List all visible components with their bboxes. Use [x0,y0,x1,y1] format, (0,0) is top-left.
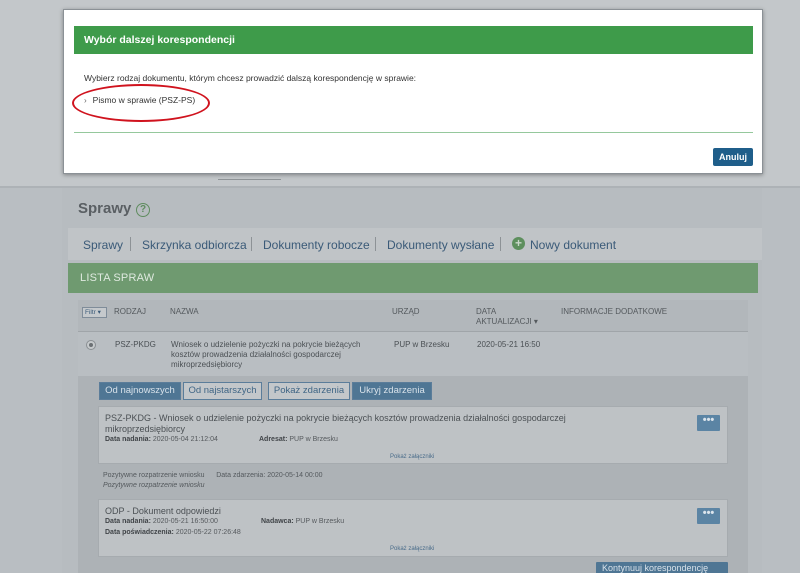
sort-down-icon: ▾ [533,317,538,326]
cancel-button[interactable]: Anuluj [713,148,753,166]
option-pismo-w-sprawie[interactable]: › Pismo w sprawie (PSZ-PS) [84,95,195,105]
col-data-label: AKTUALIZACJI [476,317,532,326]
nav-separator [251,237,252,251]
col-data-line2[interactable]: AKTUALIZACJI ▾ [476,317,538,327]
card-party: Adresat: PUP w Brzesku [259,436,338,443]
sort-newest-button[interactable]: Od najnowszych [99,382,181,400]
card-title: PSZ-PKDG - Wniosek o udzielenie pożyczki… [105,413,566,434]
col-urzad[interactable]: URZĄD [392,307,420,317]
nav-separator [500,237,501,251]
col-informacje[interactable]: INFORMACJE DODATKOWE [561,307,667,317]
dialog-separator [74,132,753,133]
chevron-right-icon: › [84,96,87,105]
card-date: Data nadania: 2020-05-21 16:50:00 [105,518,218,525]
dialog-header: Wybór dalszej korespondencji [74,26,753,54]
nav-dokumenty-robocze[interactable]: Dokumenty robocze [263,238,370,252]
dialog-instruction: Wybierz rodzaj dokumentu, którym chcesz … [84,73,417,83]
cell-rodzaj: PSZ-PKDG [115,340,156,349]
filter-dropdown[interactable]: Filtr ▾ [82,307,107,318]
option-label: Pismo w sprawie (PSZ-PS) [92,95,196,105]
nav-dokumenty-wyslane[interactable]: Dokumenty wysłane [387,238,494,252]
lista-spraw-header: LISTA SPRAW [68,263,758,293]
plus-icon[interactable]: + [512,237,525,250]
cell-data: 2020-05-21 16:50 [477,340,541,349]
help-icon[interactable]: ? [136,203,150,217]
col-rodzaj[interactable]: RODZAJ [114,307,146,317]
card-title: ODP - Dokument odpowiedzi [105,506,221,516]
dialog-title: Wybór dalszej korespondencji [84,34,235,46]
cell-nazwa: Wniosek o udzielenie pożyczki na pokryci… [171,340,361,369]
event-detail: Pozytywne rozpatrzenie wniosku [103,482,205,489]
cell-urzad: PUP w Brzesku [394,340,450,349]
card-party: Nadawca: PUP w Brzesku [261,518,345,525]
continue-correspondence-button[interactable]: Kontynuuj korespondencję [596,562,728,573]
hide-events-button[interactable]: Ukryj zdarzenia [352,382,432,400]
show-events-button[interactable]: Pokaż zdarzenia [268,382,350,400]
show-attachments-link[interactable]: Pokaż załączniki [390,546,434,552]
col-data-line1[interactable]: DATA [476,307,496,317]
card-confirm-date: Data poświadczenia: 2020-05-22 07:26:48 [105,529,241,536]
background-divider [218,179,281,180]
sort-oldest-button[interactable]: Od najstarszych [183,382,262,400]
nav-skrzynka-odbiorcza[interactable]: Skrzynka odbiorcza [142,238,247,252]
col-nazwa[interactable]: NAZWA [170,307,199,317]
nav-separator [375,237,376,251]
page-title: Sprawy [78,200,132,217]
correspondence-dialog: Wybór dalszej korespondencji Wybierz rod… [63,9,763,174]
nav-nowy-dokument[interactable]: Nowy dokument [530,238,616,252]
nav-sprawy[interactable]: Sprawy [83,238,123,252]
nav-separator [130,237,131,251]
more-icon[interactable]: ••• [697,415,720,431]
lista-spraw-title: LISTA SPRAW [80,272,155,284]
more-icon[interactable]: ••• [697,508,720,524]
event-row: Pozytywne rozpatrzenie wniosku Data zdar… [103,472,323,479]
card-date: Data nadania: 2020-05-04 21:12:04 [105,436,218,443]
row-radio[interactable] [86,340,96,350]
show-attachments-link[interactable]: Pokaż załączniki [390,454,434,460]
filter-label: Filtr [85,309,96,316]
